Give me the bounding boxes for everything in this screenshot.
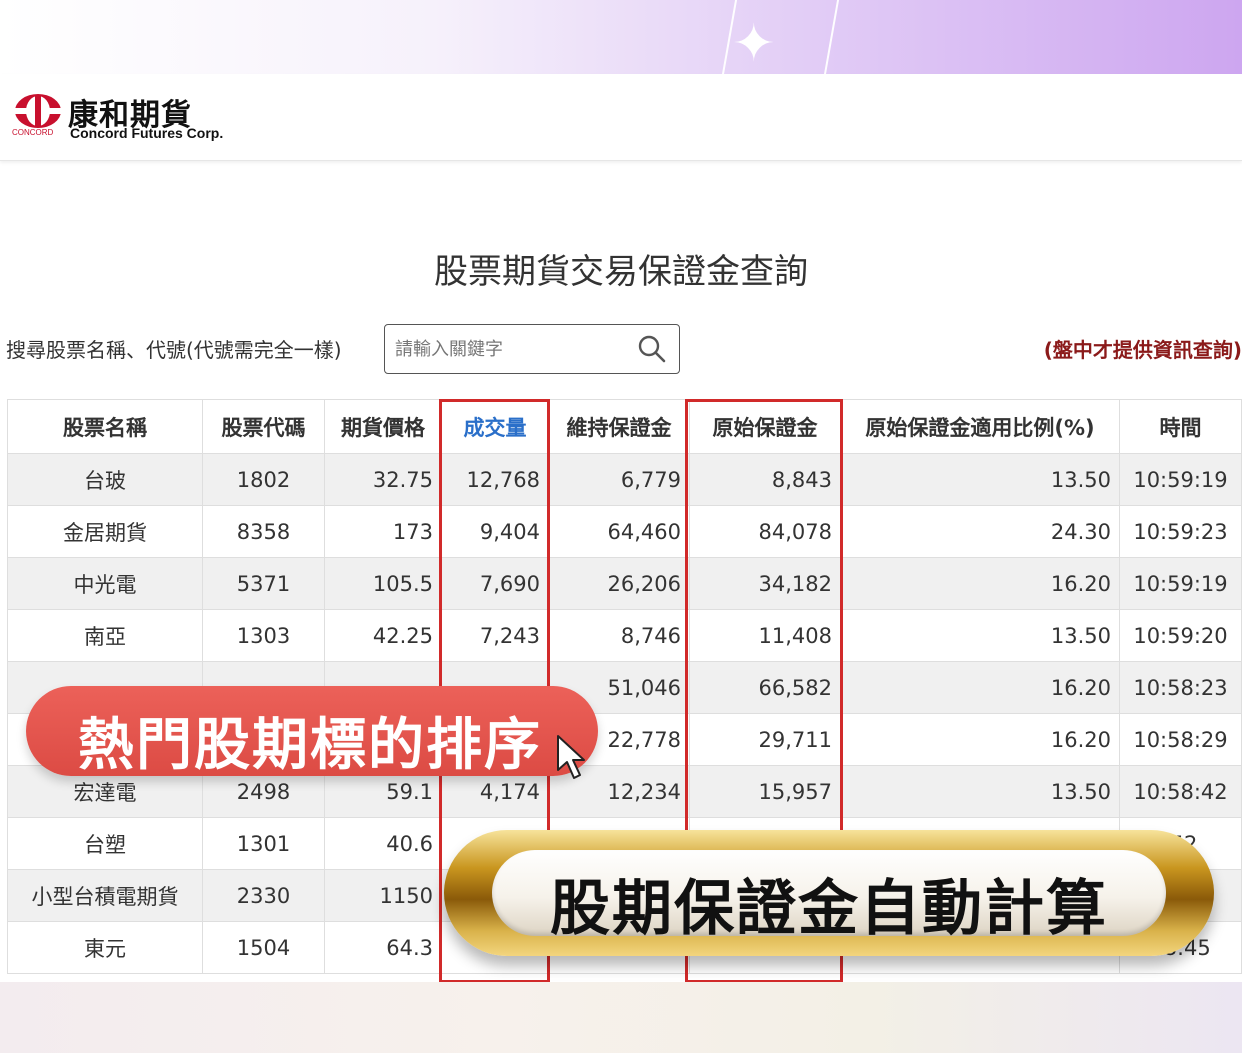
cell-stock-code: 1802 — [202, 453, 325, 506]
cell-volume: 12,768 — [441, 453, 549, 506]
cell-initial-margin: 29,711 — [689, 713, 841, 766]
margin-caption-inner: 股期保證金自動計算 — [492, 850, 1166, 944]
cell-futures-price: 40.6 — [324, 817, 442, 870]
column-header-price[interactable]: 期貨價格 — [324, 399, 442, 454]
cell-futures-price: 1150 — [324, 869, 442, 922]
banner-line — [821, 0, 841, 74]
cell-futures-price: 173 — [324, 505, 442, 558]
cell-initial-margin: 34,182 — [689, 557, 841, 610]
bottom-band — [0, 982, 1242, 1053]
column-header-code[interactable]: 股票代碼 — [202, 399, 325, 454]
mouse-pointer-icon — [557, 735, 585, 779]
cell-stock-code: 1301 — [202, 817, 325, 870]
cell-maintenance-margin: 6,779 — [548, 453, 690, 506]
logo-small-mark: CONCORD — [12, 128, 54, 137]
search-box[interactable] — [384, 324, 680, 374]
cell-initial-margin: 66,582 — [689, 661, 841, 714]
market-hours-notice: (盤中才提供資訊查詢) — [1043, 338, 1242, 362]
column-header-volume[interactable]: 成交量 — [441, 399, 549, 454]
cell-stock-name: 台玻 — [7, 453, 203, 506]
table-row[interactable]: 金居期貨 8358 173 9,404 64,460 84,078 24.30 10:59:2… — [7, 505, 1242, 558]
sparkle-icon: ✦ — [732, 14, 776, 74]
cell-futures-price: 105.5 — [324, 557, 442, 610]
cell-stock-name: 小型台積電期貨 — [7, 869, 203, 922]
column-header-margin-ratio[interactable]: 原始保證金適用比例(%) — [840, 399, 1120, 454]
search-label: 搜尋股票名稱、代號(代號需完全一樣) — [6, 338, 342, 362]
column-header-maintenance-margin[interactable]: 維持保證金 — [548, 399, 690, 454]
cell-volume: 7,690 — [441, 557, 549, 610]
cell-time: 10:58:29 — [1119, 713, 1242, 766]
column-header-name[interactable]: 股票名稱 — [7, 399, 203, 454]
cell-initial-margin: 15,957 — [689, 765, 841, 818]
cell-maintenance-margin: 64,460 — [548, 505, 690, 558]
cell-margin-ratio: 16.20 — [840, 661, 1120, 714]
cell-initial-margin: 11,408 — [689, 609, 841, 662]
cell-stock-name: 台塑 — [7, 817, 203, 870]
cell-margin-ratio: 24.30 — [840, 505, 1120, 558]
cell-initial-margin: 8,843 — [689, 453, 841, 506]
cell-futures-price: 64.3 — [324, 921, 442, 974]
cell-margin-ratio: 13.50 — [840, 765, 1120, 818]
table-row[interactable]: 台玻 1802 32.75 12,768 6,779 8,843 13.50 10:59:19 — [7, 453, 1242, 506]
cell-margin-ratio: 13.50 — [840, 453, 1120, 506]
cell-margin-ratio: 16.20 — [840, 557, 1120, 610]
cell-time: 10:59:23 — [1119, 505, 1242, 558]
cell-stock-code: 1504 — [202, 921, 325, 974]
search-icon[interactable] — [637, 334, 667, 364]
top-banner: ✦ — [0, 0, 1242, 74]
cell-maintenance-margin: 26,206 — [548, 557, 690, 610]
sort-caption-text: 熱門股期標的排序 — [78, 713, 542, 778]
cell-futures-price: 42.25 — [324, 609, 442, 662]
cell-time: 10:59:20 — [1119, 609, 1242, 662]
table-row[interactable]: 中光電 5371 105.5 7,690 26,206 34,182 16.20 10:59:… — [7, 557, 1242, 610]
cell-stock-name: 中光電 — [7, 557, 203, 610]
margin-caption-text: 股期保證金自動計算 — [550, 874, 1108, 944]
cell-volume: 9,404 — [441, 505, 549, 558]
cell-margin-ratio: 16.20 — [840, 713, 1120, 766]
cell-volume: 7,243 — [441, 609, 549, 662]
cell-stock-code: 1303 — [202, 609, 325, 662]
margin-caption-badge: 股期保證金自動計算 — [444, 830, 1214, 956]
cell-time: 10:59:19 — [1119, 557, 1242, 610]
column-header-time[interactable]: 時間 — [1119, 399, 1242, 454]
concord-logo-icon[interactable] — [14, 92, 62, 130]
cell-time: 10:58:23 — [1119, 661, 1242, 714]
logo-name-en[interactable]: Concord Futures Corp. — [70, 125, 223, 141]
cell-stock-code: 8358 — [202, 505, 325, 558]
cell-time: 10:59:19 — [1119, 453, 1242, 506]
cell-stock-code: 5371 — [202, 557, 325, 610]
page-title: 股票期貨交易保證金查詢 — [434, 252, 808, 292]
cell-stock-code: 2330 — [202, 869, 325, 922]
cell-futures-price: 32.75 — [324, 453, 442, 506]
cell-margin-ratio: 13.50 — [840, 609, 1120, 662]
cell-stock-name: 東元 — [7, 921, 203, 974]
cell-stock-name: 南亞 — [7, 609, 203, 662]
cell-initial-margin: 84,078 — [689, 505, 841, 558]
sort-caption-badge: 熱門股期標的排序 — [26, 686, 598, 778]
cell-maintenance-margin: 8,746 — [548, 609, 690, 662]
cell-time: 10:58:42 — [1119, 765, 1242, 818]
cell-stock-name: 金居期貨 — [7, 505, 203, 558]
table-row[interactable]: 南亞 1303 42.25 7,243 8,746 11,408 13.50 10:59:20 — [7, 609, 1242, 662]
column-header-initial-margin[interactable]: 原始保證金 — [689, 399, 841, 454]
search-input[interactable] — [395, 336, 625, 362]
table-header-row: 股票名稱 股票代碼 期貨價格 成交量 維持保證金 原始保證金 原始保證金適用比例… — [7, 399, 1242, 454]
